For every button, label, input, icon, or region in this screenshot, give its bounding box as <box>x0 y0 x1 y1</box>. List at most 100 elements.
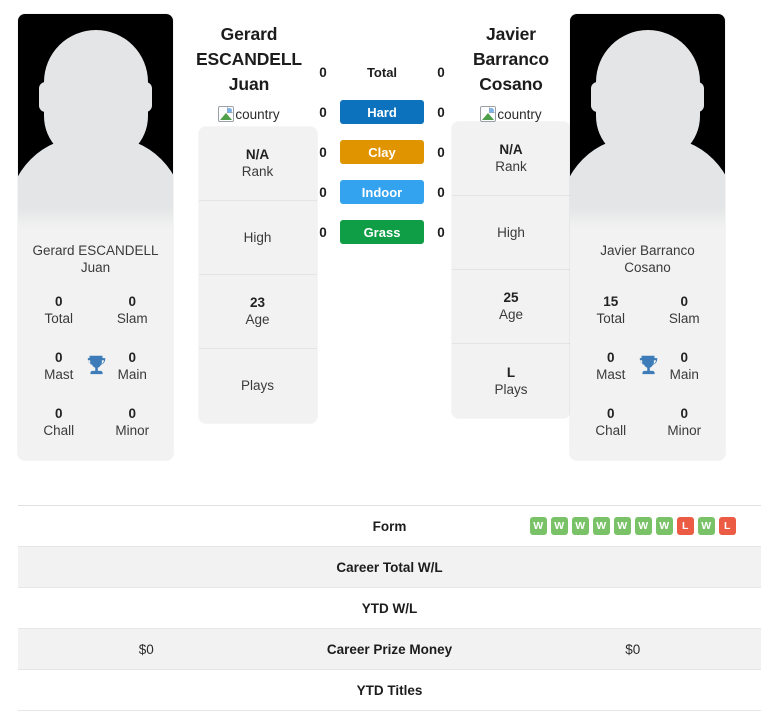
surface-badge-hard[interactable]: Hard <box>340 100 424 124</box>
stat-left-value: $0 <box>138 641 154 657</box>
surface-badge-grass[interactable]: Grass <box>340 220 424 244</box>
title-value: 0 <box>680 406 688 421</box>
info-row-high: High <box>452 196 570 270</box>
title-value: 0 <box>606 406 615 421</box>
form-badge-win: W <box>592 517 610 535</box>
stats-comparison-table: Form WWWWWWWLWL Career Total W/L YTD W/L… <box>18 505 761 711</box>
title-label: Slam <box>668 311 700 326</box>
avatar-ear-left <box>39 82 52 112</box>
stat-label: YTD W/L <box>361 600 418 616</box>
trophy-icon <box>83 353 109 384</box>
info-label: High <box>497 224 525 240</box>
surface-comparison-column: 0 Total 0 0 Hard 0 0 Clay 0 0 Indoor 0 0 <box>312 0 452 244</box>
info-row-rank: N/A Rank <box>452 122 570 196</box>
surface-badge-total: Total <box>366 64 398 80</box>
table-row: YTD W/L <box>18 588 761 629</box>
player-name-line-3: Juan <box>228 74 270 94</box>
surface-right-value: 0 <box>437 144 445 160</box>
photo-fade <box>18 207 173 229</box>
player-photo-left <box>18 14 173 229</box>
title-cell-chall: 0 Chall <box>22 406 96 440</box>
title-label: Chall <box>595 423 627 438</box>
stat-label: Career Total W/L <box>336 559 443 575</box>
player-name-line-2: ESCANDELL <box>195 49 303 69</box>
info-row-plays: L Plays <box>452 344 570 418</box>
surface-right-value: 0 <box>437 64 445 80</box>
titles-grid-right: 15 Total 0 Slam 0 Mast 0 Main 0 Chall 0 … <box>570 276 725 460</box>
table-row: Form WWWWWWWLWL <box>18 506 761 547</box>
surface-left-value: 0 <box>319 184 327 200</box>
player-name-line-1: Javier <box>485 24 536 44</box>
surface-left-value: 0 <box>319 224 327 240</box>
player-name-line-2: Barranco <box>472 49 550 69</box>
table-row: $0 Career Prize Money $0 <box>18 629 761 670</box>
stat-right-value: WWWWWWWLWL <box>505 517 762 535</box>
player-photo-card-right[interactable]: Javier Barranco Cosano 15 Total 0 Slam 0… <box>570 14 725 460</box>
info-label: Plays <box>494 381 528 397</box>
title-cell-minor: 0 Minor <box>648 406 722 440</box>
form-badge-loss: L <box>676 517 694 535</box>
stat-label: Form <box>372 518 407 534</box>
surface-row-indoor: 0 Indoor 0 <box>312 180 452 204</box>
broken-image-fold <box>227 107 234 113</box>
surface-right-value: 0 <box>437 104 445 120</box>
country-flag-left: country <box>218 106 280 122</box>
form-badge-win: W <box>613 517 631 535</box>
surface-badge-clay[interactable]: Clay <box>340 140 424 164</box>
title-label: Total <box>596 311 626 326</box>
title-cell-minor: 0 Minor <box>96 406 170 440</box>
title-cell-chall: 0 Chall <box>574 406 648 440</box>
title-value: 0 <box>128 406 136 421</box>
photo-fade <box>570 207 725 229</box>
player-name-line-3: Cosano <box>479 74 543 94</box>
surface-row-hard: 0 Hard 0 <box>312 100 452 124</box>
title-value: 0 <box>128 294 136 309</box>
info-row-age: 25 Age <box>452 270 570 344</box>
form-badge-win: W <box>571 517 589 535</box>
surface-badge-indoor[interactable]: Indoor <box>340 180 424 204</box>
stat-label: Career Prize Money <box>326 641 453 657</box>
title-label: Minor <box>115 423 150 438</box>
title-label: Total <box>44 311 74 326</box>
trophy-icon <box>635 353 661 384</box>
title-value: 0 <box>54 294 63 309</box>
country-alt-text: country <box>235 106 280 122</box>
form-badge-loss: L <box>718 517 736 535</box>
broken-image-fold <box>489 107 496 113</box>
player-photo-caption-left: Gerard ESCANDELL Juan <box>32 243 159 275</box>
info-row-plays: Plays <box>199 349 317 423</box>
surface-row-grass: 0 Grass 0 <box>312 220 452 244</box>
info-label: Plays <box>240 378 274 393</box>
info-label: Age <box>245 312 270 327</box>
player-info-card-left: N/A Rank High 23 Age Plays <box>198 127 317 423</box>
stat-right-value: $0 <box>625 641 641 657</box>
avatar-ear-right <box>139 82 152 112</box>
surface-right-value: 0 <box>437 224 445 240</box>
comparison-header: Gerard ESCANDELL Juan 0 Total 0 Slam 0 M… <box>0 0 779 500</box>
surface-left-value: 0 <box>319 144 327 160</box>
surface-row-total: 0 Total 0 <box>312 60 452 84</box>
title-cell-total: 15 Total <box>574 294 648 328</box>
player-name-line-1: Gerard <box>220 24 278 44</box>
player-photo-caption-right: Javier Barranco Cosano <box>600 243 695 275</box>
player-photo-card-left[interactable]: Gerard ESCANDELL Juan 0 Total 0 Slam 0 M… <box>18 14 173 460</box>
title-cell-slam: 0 Slam <box>96 294 170 328</box>
table-row: YTD Titles <box>18 670 761 711</box>
info-row-rank: N/A Rank <box>198 127 317 201</box>
stat-label: YTD Titles <box>356 682 423 698</box>
avatar-ear-left <box>591 82 604 112</box>
player-photo-right <box>570 14 725 229</box>
title-value: 0 <box>54 406 63 421</box>
info-label: High <box>243 229 272 245</box>
title-cell-total: 0 Total <box>22 294 96 328</box>
titles-grid-left: 0 Total 0 Slam 0 Mast 0 Main 0 Chall 0 M… <box>18 276 173 460</box>
info-value: 23 <box>249 295 266 310</box>
info-value: N/A <box>499 142 523 157</box>
form-badge-group: WWWWWWWLWL <box>529 517 736 535</box>
form-badge-win: W <box>550 517 568 535</box>
form-badge-win: W <box>634 517 652 535</box>
avatar-ear-right <box>691 82 704 112</box>
title-label: Chall <box>43 423 75 438</box>
info-label: Rank <box>241 164 274 179</box>
surface-right-value: 0 <box>437 184 445 200</box>
